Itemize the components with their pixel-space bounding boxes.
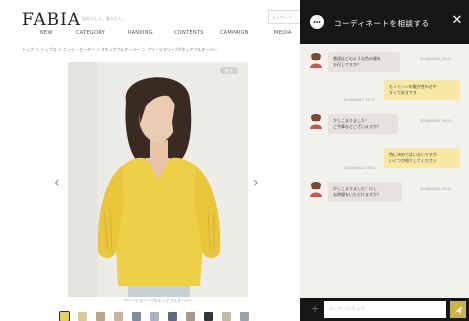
search-input[interactable]: キーワード [268, 10, 304, 24]
send-button[interactable] [450, 301, 466, 318]
thumbnail[interactable] [204, 312, 213, 321]
thumbnail[interactable] [240, 312, 249, 321]
thumbnail[interactable] [59, 311, 70, 321]
thumbnail-strip [58, 311, 258, 321]
thumbnail[interactable] [150, 312, 159, 321]
message-timestamp: 2018/06/22 19:12 [420, 57, 452, 61]
plus-icon[interactable]: + [309, 303, 321, 315]
chat-input-bar: + [300, 298, 469, 321]
send-icon [454, 306, 462, 314]
chat-message: 普段はどのような色の服を お召しですか？ [328, 52, 400, 72]
thumbnail[interactable] [222, 312, 231, 321]
nav-item-media[interactable]: MEDIA [274, 30, 292, 36]
product-name: プリーツスリーブVネックプルオーバー [122, 298, 194, 303]
thumbnail[interactable] [78, 312, 87, 321]
message-timestamp: 2018/06/22 19:12 [420, 187, 452, 191]
thumbnail[interactable] [114, 312, 123, 321]
thumbnail[interactable] [96, 312, 105, 321]
nav-item-campaign[interactable]: CAMPAIGN [220, 30, 249, 36]
nav-item-new[interactable]: NEW [40, 30, 53, 36]
close-icon[interactable]: ✕ [450, 14, 464, 28]
chat-bubble-icon [310, 15, 324, 29]
chat-message: 特に決めてはいないですが いくつか紹介してください [384, 148, 460, 168]
chat-title: コーディネートを相談する [334, 19, 430, 28]
thumbnail[interactable] [186, 312, 195, 321]
message-timestamp: 2018/06/22 19:12 [420, 119, 452, 123]
nav-item-contents[interactable]: CONTENTS [174, 30, 204, 36]
nav-item-ranking[interactable]: RANKING [128, 30, 153, 36]
message-timestamp: 2018/06/22 19:12 [344, 166, 376, 170]
chat-message: かしこまりました！少し お時間をいただけますか？ [328, 182, 402, 202]
main-nav: NEW CATEGORY RANKING CONTENTS CAMPAIGN M… [20, 30, 304, 42]
site-tagline: 自分らしく、私らしく。 [82, 16, 126, 21]
prev-image-button[interactable]: ‹ [54, 176, 60, 190]
site-logo[interactable]: FABIA [22, 10, 81, 30]
message-timestamp: 2018/06/22 19:12 [344, 98, 376, 102]
thumbnail[interactable] [168, 312, 177, 321]
next-image-button[interactable]: › [253, 176, 259, 190]
staff-avatar [310, 182, 322, 197]
staff-avatar [310, 53, 322, 68]
zoom-badge[interactable]: 拡大 [220, 67, 238, 74]
chat-header: コーディネートを相談する ✕ [300, 0, 469, 44]
product-image[interactable]: 拡大 [68, 62, 248, 297]
model-photo [68, 62, 248, 297]
message-input[interactable] [324, 301, 446, 318]
breadcrumb[interactable]: トップ ＞ トップス ＞ ニット・セーター ＞ Vネックプルオーバー ＞ プリー… [22, 47, 217, 53]
thumbnail[interactable] [132, 312, 141, 321]
staff-avatar [310, 114, 322, 129]
chat-message: かしこまりました！ ご予算などございますか？ [328, 114, 398, 134]
chat-message: モノトーンの服が合わせや すくて好きです [384, 80, 460, 100]
nav-item-category[interactable]: CATEGORY [76, 30, 105, 36]
chat-panel: コーディネートを相談する ✕ 普段はどのような色の服を お召しですか？ 2018… [300, 0, 469, 321]
